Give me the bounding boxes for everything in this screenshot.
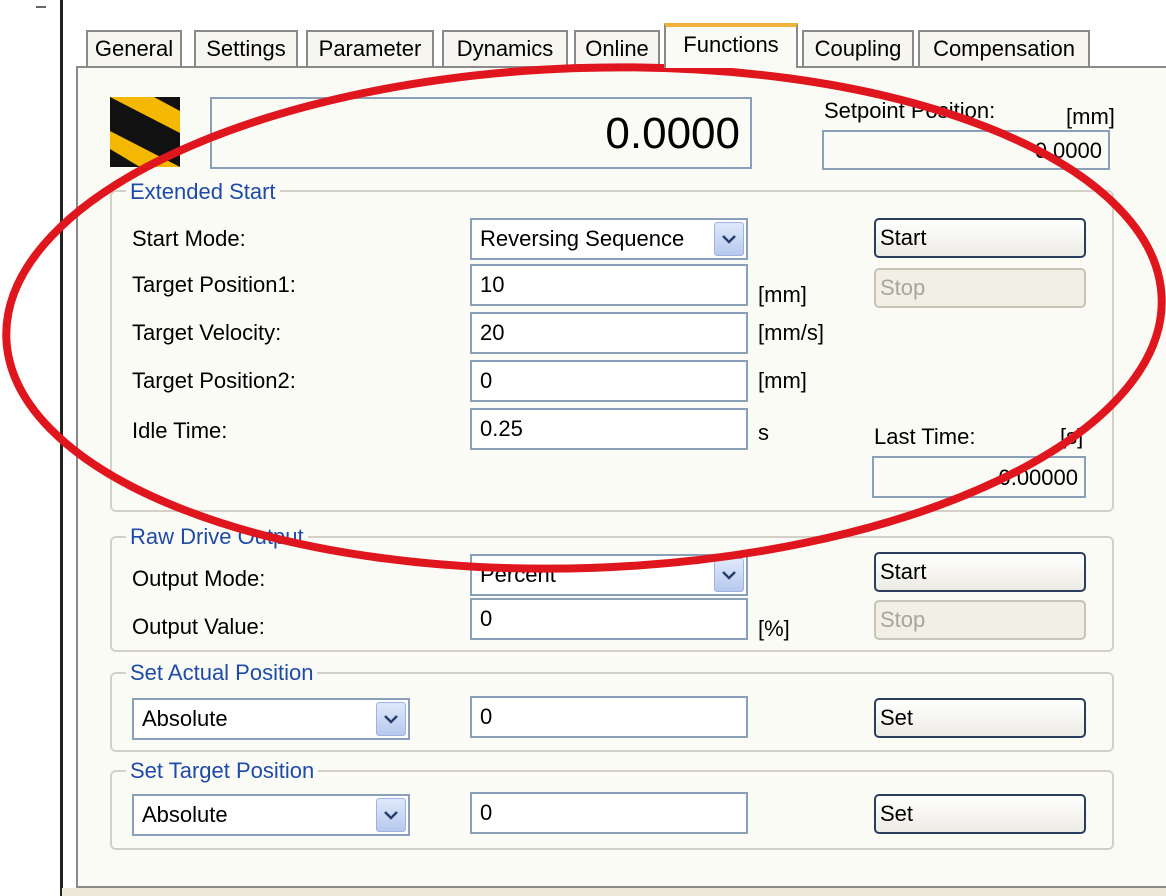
tab-coupling[interactable]: Coupling bbox=[802, 30, 914, 66]
chevron-down-icon[interactable] bbox=[714, 558, 744, 592]
extended-start-button[interactable]: Start bbox=[874, 218, 1086, 258]
target-position1-label: Target Position1: bbox=[132, 272, 296, 297]
extended-start-title: Extended Start bbox=[126, 179, 280, 205]
last-time-label: Last Time: bbox=[874, 424, 976, 449]
idle-time-input[interactable]: 0.25 bbox=[470, 408, 748, 450]
tab-settings[interactable]: Settings bbox=[194, 30, 298, 66]
last-time-unit: [s] bbox=[1060, 424, 1084, 449]
set-target-position-button[interactable]: Set bbox=[874, 794, 1086, 834]
output-value-label: Output Value: bbox=[132, 614, 265, 639]
last-time-value: 0.00000 bbox=[872, 456, 1086, 498]
chevron-down-icon[interactable] bbox=[714, 222, 744, 256]
raw-output-start-button[interactable]: Start bbox=[874, 552, 1086, 592]
output-mode-label: Output Mode: bbox=[132, 566, 266, 591]
chevron-down-icon[interactable] bbox=[376, 702, 406, 736]
setpoint-position-value: 0.0000 bbox=[822, 130, 1110, 170]
target-velocity-label: Target Velocity: bbox=[132, 320, 282, 345]
start-mode-value: Reversing Sequence bbox=[480, 226, 685, 251]
raw-output-stop-button[interactable]: Stop bbox=[874, 600, 1086, 640]
extended-stop-button[interactable]: Stop bbox=[874, 268, 1086, 308]
tab-online[interactable]: Online bbox=[574, 30, 660, 66]
set-target-position-mode-select[interactable]: Absolute bbox=[132, 794, 410, 836]
output-mode-select[interactable]: Percent bbox=[470, 554, 748, 596]
set-target-position-mode-value: Absolute bbox=[142, 802, 228, 827]
axis-logo-icon bbox=[110, 97, 180, 167]
idle-time-unit: s bbox=[758, 420, 769, 445]
idle-time-label: Idle Time: bbox=[132, 418, 228, 443]
target-velocity-unit: [mm/s] bbox=[758, 320, 824, 345]
raw-drive-output-title: Raw Drive Output bbox=[126, 524, 308, 550]
set-target-position-title: Set Target Position bbox=[126, 758, 319, 784]
chevron-down-icon[interactable] bbox=[376, 798, 406, 832]
setpoint-position-unit: [mm] bbox=[1066, 104, 1115, 129]
start-mode-select[interactable]: Reversing Sequence bbox=[470, 218, 748, 260]
target-position1-input[interactable]: 10 bbox=[470, 264, 748, 306]
output-value-unit: [%] bbox=[758, 616, 790, 641]
set-target-position-input[interactable]: 0 bbox=[470, 792, 748, 834]
target-velocity-input[interactable]: 20 bbox=[470, 312, 748, 354]
start-mode-label: Start Mode: bbox=[132, 226, 246, 251]
set-actual-position-mode-select[interactable]: Absolute bbox=[132, 698, 410, 740]
target-position1-unit: [mm] bbox=[758, 282, 807, 307]
output-mode-value: Percent bbox=[480, 562, 556, 587]
output-value-input[interactable]: 0 bbox=[470, 598, 748, 640]
tab-parameter[interactable]: Parameter bbox=[306, 30, 434, 66]
tab-dynamics[interactable]: Dynamics bbox=[442, 30, 568, 66]
target-position2-label: Target Position2: bbox=[132, 368, 296, 393]
target-position2-input[interactable]: 0 bbox=[470, 360, 748, 402]
target-position2-unit: [mm] bbox=[758, 368, 807, 393]
tab-general[interactable]: General bbox=[86, 30, 182, 66]
tab-functions[interactable]: Functions bbox=[664, 23, 798, 68]
setpoint-position-label: Setpoint Position: bbox=[824, 98, 996, 123]
window-edge-tick bbox=[36, 6, 46, 8]
panel-bottom-band bbox=[62, 888, 1166, 896]
tab-compensation[interactable]: Compensation bbox=[918, 30, 1090, 66]
set-actual-position-title: Set Actual Position bbox=[126, 660, 318, 686]
actual-position-display: 0.0000 bbox=[210, 97, 752, 169]
set-actual-position-input[interactable]: 0 bbox=[470, 696, 748, 738]
set-actual-position-mode-value: Absolute bbox=[142, 706, 228, 731]
window-edge bbox=[60, 0, 63, 896]
set-actual-position-button[interactable]: Set bbox=[874, 698, 1086, 738]
